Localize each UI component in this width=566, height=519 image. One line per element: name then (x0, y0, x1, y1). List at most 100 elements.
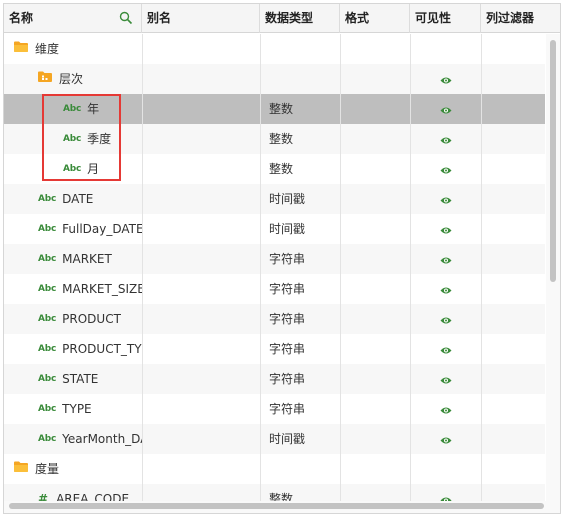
data-type-cell: 整数 (269, 162, 294, 176)
data-type-cell: 整数 (269, 492, 294, 502)
table-row[interactable]: # AREA_CODE 整数 (4, 484, 545, 502)
search-icon[interactable] (119, 11, 133, 25)
header-data-type[interactable]: 数据类型 (260, 4, 340, 33)
data-type-cell: 字符串 (269, 282, 306, 296)
string-field-icon: Abc (63, 134, 82, 144)
column-divider (340, 34, 341, 502)
folder-icon[interactable] (13, 34, 29, 64)
field-label: AREA_CODE (56, 492, 130, 502)
string-field-icon: Abc (63, 104, 82, 114)
table-row[interactable]: Abc 月 整数 (4, 154, 545, 184)
header-alias[interactable]: 别名 (142, 4, 260, 33)
field-label: MARKET_SIZE (62, 282, 142, 296)
name-cell: Abc PRODUCT (38, 304, 142, 334)
field-label: DATE (62, 192, 94, 206)
table-row[interactable]: Abc MARKET_SIZE 字符串 (4, 274, 545, 304)
field-label: 层次 (59, 72, 84, 86)
table-row[interactable]: Abc DATE 时间戳 (4, 184, 545, 214)
data-type-cell: 字符串 (269, 342, 306, 356)
column-divider (142, 34, 143, 502)
visibility-eye-icon[interactable] (440, 104, 452, 118)
table-row[interactable]: Abc FullDay_DATE 时间戳 (4, 214, 545, 244)
folder-row[interactable]: 层次 (4, 64, 545, 94)
name-cell: 度量 (13, 454, 142, 484)
name-cell: Abc MARKET (38, 244, 142, 274)
name-cell: Abc STATE (38, 364, 142, 394)
data-type-cell: 字符串 (269, 402, 306, 416)
field-label: TYPE (62, 402, 92, 416)
field-label: YearMonth_DATE (62, 432, 142, 446)
string-field-icon: Abc (38, 344, 57, 354)
visibility-eye-icon[interactable] (440, 404, 452, 418)
visibility-eye-icon[interactable] (440, 344, 452, 358)
name-cell: Abc 季度 (63, 124, 142, 154)
string-field-icon: Abc (63, 164, 82, 174)
field-grid: 名称 别名 数据类型 格式 可见性 列过滤器 维度 层次 Abc 年整数 Abc 季度 整数… (3, 3, 561, 514)
visibility-eye-icon[interactable] (440, 284, 452, 298)
field-label: MARKET (62, 252, 112, 266)
data-type-cell: 整数 (269, 132, 294, 146)
string-field-icon: Abc (38, 374, 57, 384)
field-label: PRODUCT (62, 312, 121, 326)
string-field-icon: Abc (38, 284, 57, 294)
data-type-cell: 整数 (269, 102, 294, 116)
data-type-cell: 时间戳 (269, 432, 306, 446)
name-cell: Abc 月 (63, 154, 142, 184)
grid-header: 名称 别名 数据类型 格式 可见性 列过滤器 (4, 4, 560, 33)
name-cell: Abc FullDay_DATE (38, 214, 142, 244)
name-cell: 层次 (37, 64, 142, 94)
name-cell: Abc MARKET_SIZE (38, 274, 142, 304)
visibility-eye-icon[interactable] (440, 314, 452, 328)
header-column-filter[interactable]: 列过滤器 (481, 4, 560, 33)
visibility-eye-icon[interactable] (440, 434, 452, 448)
field-label: 季度 (87, 132, 112, 146)
table-row[interactable]: Abc PRODUCT 字符串 (4, 304, 545, 334)
field-label: FullDay_DATE (62, 222, 142, 236)
grid-body: 维度 层次 Abc 年整数 Abc 季度 整数 Abc 月整数 Abc DATE 时间戳 Abc Full… (4, 34, 560, 502)
field-label: 度量 (35, 462, 60, 476)
header-visibility[interactable]: 可见性 (410, 4, 481, 33)
horizontal-scroll-thumb[interactable] (9, 503, 544, 509)
field-label: 年 (87, 102, 100, 116)
table-row[interactable]: Abc MARKET 字符串 (4, 244, 545, 274)
table-row[interactable]: Abc PRODUCT_TYPE 字符串 (4, 334, 545, 364)
field-label: 月 (87, 162, 100, 176)
data-type-cell: 时间戳 (269, 222, 306, 236)
column-divider (410, 34, 411, 502)
numeric-field-icon: # (38, 492, 49, 502)
name-cell: Abc YearMonth_DATE (38, 424, 142, 454)
table-row[interactable]: Abc STATE 字符串 (4, 364, 545, 394)
vertical-scroll-thumb[interactable] (550, 40, 556, 282)
string-field-icon: Abc (38, 314, 57, 324)
string-field-icon: Abc (38, 194, 57, 204)
field-label: PRODUCT_TYPE (62, 342, 142, 356)
visibility-eye-icon[interactable] (440, 164, 452, 178)
visibility-eye-icon[interactable] (440, 254, 452, 268)
name-cell: Abc 年 (63, 94, 142, 124)
table-row[interactable]: Abc 季度 整数 (4, 124, 545, 154)
string-field-icon: Abc (38, 224, 57, 234)
visibility-eye-icon[interactable] (440, 194, 452, 208)
table-row[interactable]: Abc YearMonth_DATE 时间戳 (4, 424, 545, 454)
table-row[interactable]: Abc TYPE 字符串 (4, 394, 545, 424)
header-format[interactable]: 格式 (340, 4, 410, 33)
visibility-eye-icon[interactable] (440, 224, 452, 238)
name-cell: Abc TYPE (38, 394, 142, 424)
field-label: 维度 (35, 42, 60, 56)
folder-row[interactable]: 维度 (4, 34, 545, 64)
data-type-cell: 字符串 (269, 252, 306, 266)
visibility-eye-icon[interactable] (440, 74, 452, 88)
hierarchy-folder-icon[interactable] (37, 64, 53, 94)
field-label: STATE (62, 372, 99, 386)
name-cell: 维度 (13, 34, 142, 64)
visibility-eye-icon[interactable] (440, 374, 452, 388)
column-divider (260, 34, 261, 502)
string-field-icon: Abc (38, 434, 57, 444)
name-cell: Abc DATE (38, 184, 142, 214)
folder-row[interactable]: 度量 (4, 454, 545, 484)
table-row[interactable]: Abc 年 整数 (4, 94, 545, 124)
folder-icon[interactable] (13, 454, 29, 484)
string-field-icon: Abc (38, 404, 57, 414)
data-type-cell: 字符串 (269, 312, 306, 326)
visibility-eye-icon[interactable] (440, 134, 452, 148)
